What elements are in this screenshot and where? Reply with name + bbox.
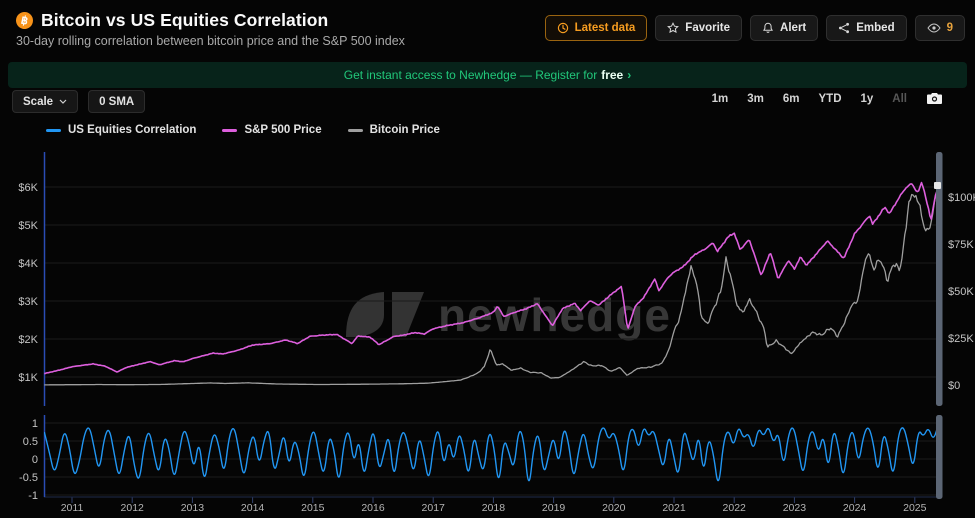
svg-text:0: 0 <box>32 454 38 466</box>
correlation-line <box>44 425 938 481</box>
svg-text:$2K: $2K <box>18 334 38 346</box>
svg-text:2013: 2013 <box>181 502 205 514</box>
svg-text:2023: 2023 <box>783 502 807 514</box>
svg-text:2012: 2012 <box>121 502 145 514</box>
svg-text:$100K: $100K <box>948 192 975 204</box>
correlation-axis-labels: 1 0.5 0 -0.5 -1 <box>19 418 38 502</box>
svg-text:-1: -1 <box>28 490 38 502</box>
svg-text:2020: 2020 <box>602 502 626 514</box>
svg-text:2017: 2017 <box>422 502 446 514</box>
svg-text:2022: 2022 <box>723 502 747 514</box>
correlation-chart-scrollbar[interactable] <box>936 415 943 499</box>
bitcoin-price-line <box>44 188 938 385</box>
app-window: ฿ Bitcoin vs US Equities Correlation 30-… <box>0 0 975 518</box>
svg-text:2019: 2019 <box>542 502 566 514</box>
svg-text:2025: 2025 <box>903 502 927 514</box>
svg-text:$3K: $3K <box>18 296 38 308</box>
svg-text:$25K: $25K <box>948 333 974 345</box>
svg-text:$1K: $1K <box>18 372 38 384</box>
svg-text:2024: 2024 <box>843 502 867 514</box>
svg-text:$75K: $75K <box>948 239 974 251</box>
svg-text:2015: 2015 <box>301 502 325 514</box>
left-axis-labels: $1K $2K $3K $4K $5K $6K <box>18 182 38 384</box>
svg-text:$0: $0 <box>948 380 960 392</box>
svg-text:$5K: $5K <box>18 220 38 232</box>
main-gridlines <box>44 187 938 377</box>
x-axis-labels: 2011 2012 2013 2014 2015 2016 2017 2018 2019 2020… <box>44 497 938 514</box>
svg-text:2021: 2021 <box>662 502 686 514</box>
svg-text:-0.5: -0.5 <box>19 472 38 484</box>
right-axis-labels: $0 $25K $50K $75K $100K <box>948 192 975 392</box>
svg-text:2014: 2014 <box>241 502 265 514</box>
svg-text:$4K: $4K <box>18 258 38 270</box>
svg-text:2018: 2018 <box>482 502 506 514</box>
svg-text:2016: 2016 <box>361 502 385 514</box>
svg-text:2011: 2011 <box>61 502 84 514</box>
svg-text:1: 1 <box>32 418 38 430</box>
sp500-price-line <box>44 183 938 374</box>
svg-text:0.5: 0.5 <box>23 436 38 448</box>
svg-text:$6K: $6K <box>18 182 38 194</box>
price-correlation-chart[interactable]: $1K $2K $3K $4K $5K $6K $0 $25K $50K $75K $100K 1 0.… <box>0 0 975 518</box>
main-chart-scrollbar[interactable] <box>936 152 943 406</box>
svg-text:$50K: $50K <box>948 286 974 298</box>
bitcoin-last-price-marker <box>934 182 941 189</box>
